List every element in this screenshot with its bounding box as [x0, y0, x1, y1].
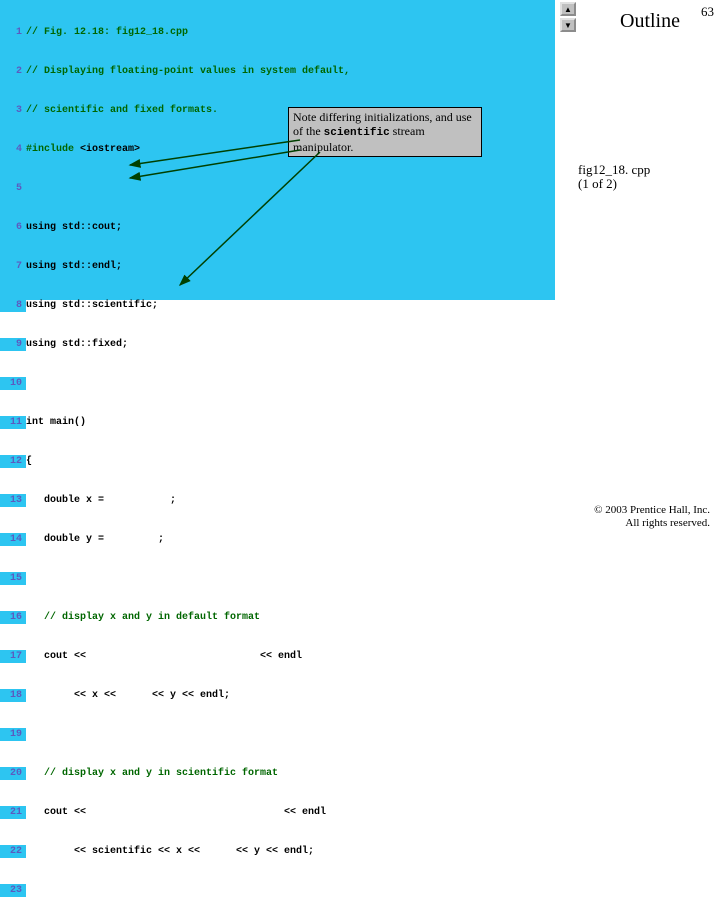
copyright-line-2: All rights reserved. — [594, 517, 710, 530]
line-number: 16 — [0, 611, 26, 624]
chevron-up-icon: ▲ — [564, 5, 572, 14]
line-number: 6 — [0, 221, 26, 234]
code-line: // display x and y in default format — [26, 611, 260, 624]
code-line: int main() — [26, 416, 86, 429]
line-number: 5 — [0, 182, 26, 195]
line-number: 10 — [0, 377, 26, 390]
line-number: 2 — [0, 65, 26, 78]
copyright-footer: © 2003 Prentice Hall, Inc. All rights re… — [594, 504, 710, 530]
line-number: 9 — [0, 338, 26, 351]
callout-code: scientific — [324, 127, 390, 139]
code-line: // Displaying floating-point values in s… — [26, 65, 350, 78]
code-line: double x = ; — [26, 494, 176, 507]
code-line: // scientific and fixed formats. — [26, 104, 218, 117]
line-number: 19 — [0, 728, 26, 741]
chevron-down-icon: ▼ — [564, 21, 572, 30]
code-line: using std::endl; — [26, 260, 122, 273]
line-number: 17 — [0, 650, 26, 663]
line-number: 13 — [0, 494, 26, 507]
code-line: cout << << endl — [26, 650, 302, 663]
line-number: 1 — [0, 26, 26, 39]
callout-box: Note differing initializations, and use … — [288, 107, 482, 157]
code-line: // Fig. 12.18: fig12_18.cpp — [26, 26, 188, 39]
code-line: << scientific << x << << y << endl; — [26, 845, 314, 858]
line-number: 21 — [0, 806, 26, 819]
line-number: 8 — [0, 299, 26, 312]
line-number: 4 — [0, 143, 26, 156]
code-line: { — [26, 455, 32, 468]
outline-heading: Outline — [620, 10, 680, 33]
nav-down-button[interactable]: ▼ — [560, 18, 576, 32]
nav-up-button[interactable]: ▲ — [560, 2, 576, 16]
code-line: // display x and y in scientific format — [26, 767, 278, 780]
page-number: 63 — [701, 4, 714, 20]
line-number: 11 — [0, 416, 26, 429]
code-line: << x << << y << endl; — [26, 689, 230, 702]
line-number: 7 — [0, 260, 26, 273]
line-number: 23 — [0, 884, 26, 897]
line-number: 12 — [0, 455, 26, 468]
code-line: using std::fixed; — [26, 338, 128, 351]
copyright-line-1: © 2003 Prentice Hall, Inc. — [594, 504, 710, 517]
code-line: using std::cout; — [26, 221, 122, 234]
line-number: 22 — [0, 845, 26, 858]
line-number: 15 — [0, 572, 26, 585]
code-line: #include <iostream> — [26, 143, 140, 156]
line-number: 18 — [0, 689, 26, 702]
figure-reference-page: (1 of 2) — [578, 176, 617, 192]
code-line: cout << << endl — [26, 806, 326, 819]
line-number: 20 — [0, 767, 26, 780]
code-line: using std::scientific; — [26, 299, 158, 312]
line-number: 3 — [0, 104, 26, 117]
